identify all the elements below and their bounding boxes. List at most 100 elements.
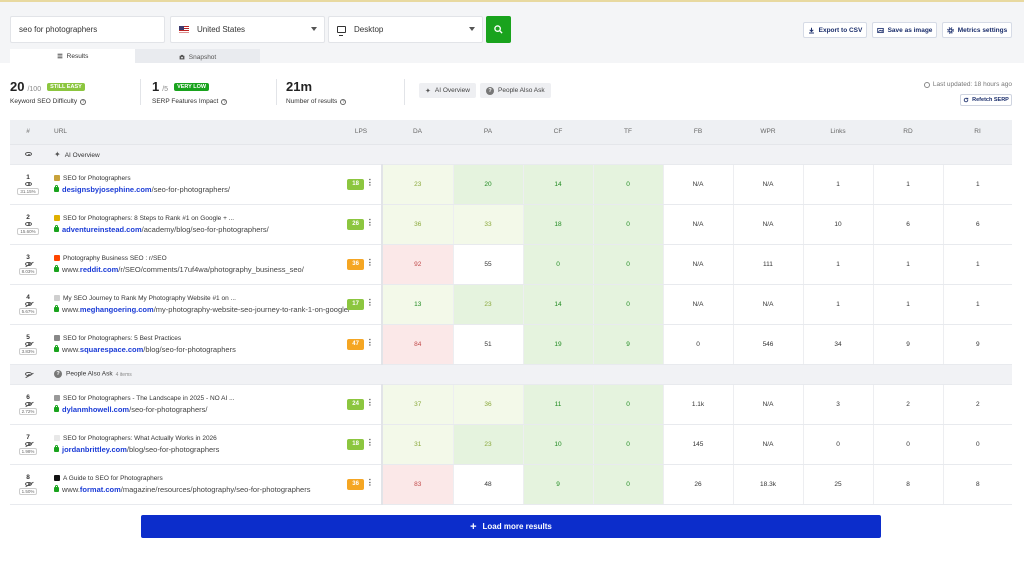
pa-cell: 23 bbox=[452, 284, 523, 325]
links-cell: 34 bbox=[802, 324, 873, 365]
more-options-icon[interactable]: ⋮ bbox=[366, 478, 374, 487]
kd-suffix: /100 bbox=[27, 86, 42, 93]
more-options-icon[interactable]: ⋮ bbox=[366, 178, 374, 187]
result-url[interactable]: dylanmhowell.com/seo-for-photographers/ bbox=[62, 405, 208, 414]
help-icon[interactable]: ? bbox=[340, 98, 347, 105]
col-header[interactable]: CF bbox=[523, 120, 593, 145]
fb-cell: N/A bbox=[662, 284, 733, 325]
cf-cell: 9 bbox=[522, 464, 593, 505]
keyword-input[interactable]: seo for photographers bbox=[10, 16, 165, 43]
tf-cell: 0 bbox=[592, 464, 663, 505]
eye-off-icon[interactable] bbox=[24, 372, 32, 376]
more-options-icon[interactable]: ⋮ bbox=[366, 398, 374, 407]
url-domain: designsbyjosephine.com bbox=[62, 184, 152, 194]
result-url[interactable]: www.meghangoering.com/my-photography-web… bbox=[62, 305, 350, 314]
cf-cell: 14 bbox=[522, 284, 593, 325]
eye-off-icon[interactable] bbox=[24, 261, 32, 266]
more-options-icon[interactable]: ⋮ bbox=[366, 298, 374, 307]
table-row[interactable]: 1 31.15% SEO for Photographers designsbyjos… bbox=[10, 164, 1012, 205]
more-options-icon[interactable]: ⋮ bbox=[366, 338, 374, 347]
country-select[interactable]: United States bbox=[170, 16, 325, 43]
table-row[interactable]: 7 1.98% SEO for Photographers: What Actual… bbox=[10, 424, 1012, 465]
results-value: 21m bbox=[286, 79, 313, 94]
position-number: 3 bbox=[26, 253, 30, 261]
position-cell: 4 5.67% bbox=[10, 284, 46, 325]
table-row[interactable]: 5 3.83% SEO for Photographers: 5 Best Prac… bbox=[10, 324, 1012, 365]
download-icon bbox=[808, 27, 814, 33]
results-count-metric: 21m Number of results? bbox=[286, 79, 347, 105]
col-header[interactable]: RD bbox=[873, 120, 943, 145]
refetch-serp-button[interactable]: Refetch SERP bbox=[960, 94, 1012, 106]
lock-icon bbox=[54, 225, 59, 232]
lps-badge: 36 bbox=[347, 479, 365, 490]
table-row[interactable]: 4 5.67% My SEO Journey to Rank My Photogra… bbox=[10, 284, 1012, 325]
result-title[interactable]: SEO for Photographers: What Actually Wor… bbox=[63, 435, 217, 442]
result-title[interactable]: SEO for Photographers - The Landscape in… bbox=[63, 395, 235, 402]
result-url[interactable]: www.reddit.com/r/SEO/comments/17uf4wa/ph… bbox=[62, 265, 304, 274]
table-row[interactable]: 8 1.50% A Guide to SEO for Photographers ww… bbox=[10, 464, 1012, 505]
result-title[interactable]: A Guide to SEO for Photographers bbox=[63, 475, 163, 482]
url-path: /my-photography-website-seo-journey-to-r… bbox=[153, 304, 351, 314]
group-count: 4 items bbox=[115, 371, 132, 378]
result-url[interactable]: www.squarespace.com/blog/seo-for-photogr… bbox=[62, 345, 236, 354]
save-image-button[interactable]: Save as image bbox=[872, 22, 937, 38]
position-cell: 6 2.72% bbox=[10, 384, 46, 425]
wpr-cell: 111 bbox=[732, 244, 803, 285]
ri-cell: 9 bbox=[942, 324, 1012, 365]
people-also-ask-chip[interactable]: ? People Also Ask bbox=[480, 83, 551, 98]
eye-off-icon[interactable] bbox=[24, 301, 32, 306]
rd-cell: 1 bbox=[872, 284, 943, 325]
result-url[interactable]: www.format.com/magazine/resources/photog… bbox=[62, 485, 310, 494]
table-row[interactable]: 3 8.03% Photography Business SEO : r/SEO ww… bbox=[10, 244, 1012, 285]
table-row[interactable]: 2 15.60% SEO for Photographers: 8 Steps to… bbox=[10, 204, 1012, 245]
eye-icon[interactable] bbox=[24, 181, 32, 186]
ai-overview-chip[interactable]: ✦ AI Overview bbox=[419, 83, 476, 98]
rd-cell: 6 bbox=[872, 204, 943, 245]
eye-off-icon[interactable] bbox=[24, 481, 32, 486]
col-header[interactable]: PA bbox=[453, 120, 523, 145]
lps-badge: 18 bbox=[347, 439, 365, 450]
save-image-label: Save as image bbox=[887, 26, 933, 34]
fb-cell: 1.1k bbox=[662, 384, 733, 425]
more-options-icon[interactable]: ⋮ bbox=[366, 258, 374, 267]
result-url[interactable]: adventureinstead.com/academy/blog/seo-fo… bbox=[62, 225, 269, 234]
help-icon[interactable]: ? bbox=[221, 98, 228, 105]
result-url[interactable]: designsbyjosephine.com/seo-for-photograp… bbox=[62, 185, 230, 194]
col-header[interactable]: WPR bbox=[733, 120, 803, 145]
metrics-settings-button[interactable]: Metrics settings bbox=[942, 22, 1012, 38]
eye-off-icon[interactable] bbox=[24, 401, 32, 406]
fb-cell: 26 bbox=[662, 464, 733, 505]
result-title[interactable]: Photography Business SEO : r/SEO bbox=[63, 255, 167, 262]
col-header[interactable]: DA bbox=[382, 120, 453, 145]
result-url[interactable]: jordanbrittley.com/blog/seo-for-photogra… bbox=[62, 445, 219, 454]
links-cell: 3 bbox=[802, 384, 873, 425]
load-more-button[interactable]: + Load more results bbox=[141, 515, 881, 538]
sparkle-icon: ✦ bbox=[425, 87, 431, 95]
url-domain: dylanmhowell.com bbox=[62, 404, 130, 414]
col-header[interactable]: Links bbox=[803, 120, 873, 145]
eye-off-icon[interactable] bbox=[24, 441, 32, 446]
result-title[interactable]: My SEO Journey to Rank My Photography We… bbox=[63, 295, 236, 302]
ctr-badge: 8.03% bbox=[18, 267, 38, 275]
help-icon[interactable]: ? bbox=[80, 98, 87, 105]
eye-icon[interactable] bbox=[24, 152, 32, 156]
result-title[interactable]: SEO for Photographers: 8 Steps to Rank #… bbox=[63, 215, 234, 222]
more-options-icon[interactable]: ⋮ bbox=[366, 438, 374, 447]
result-title[interactable]: SEO for Photographers: 5 Best Practices bbox=[63, 335, 181, 342]
device-select[interactable]: Desktop bbox=[328, 16, 483, 43]
more-options-icon[interactable]: ⋮ bbox=[366, 218, 374, 227]
url-path: /academy/blog/seo-for-photographers/ bbox=[141, 224, 269, 234]
col-header[interactable]: TF bbox=[593, 120, 663, 145]
divider bbox=[140, 79, 141, 105]
col-header[interactable]: RI bbox=[943, 120, 1012, 145]
table-row[interactable]: 6 2.72% SEO for Photographers - The Landsc… bbox=[10, 384, 1012, 425]
serp-value: 1 bbox=[152, 79, 160, 94]
search-button[interactable] bbox=[486, 16, 511, 43]
export-csv-button[interactable]: Export to CSV bbox=[803, 22, 867, 38]
position-number: 7 bbox=[26, 433, 30, 441]
col-header[interactable]: FB bbox=[663, 120, 733, 145]
eye-icon[interactable] bbox=[24, 221, 32, 226]
metrics-settings-label: Metrics settings bbox=[957, 26, 1008, 34]
eye-off-icon[interactable] bbox=[24, 341, 32, 346]
result-title[interactable]: SEO for Photographers bbox=[63, 175, 131, 182]
